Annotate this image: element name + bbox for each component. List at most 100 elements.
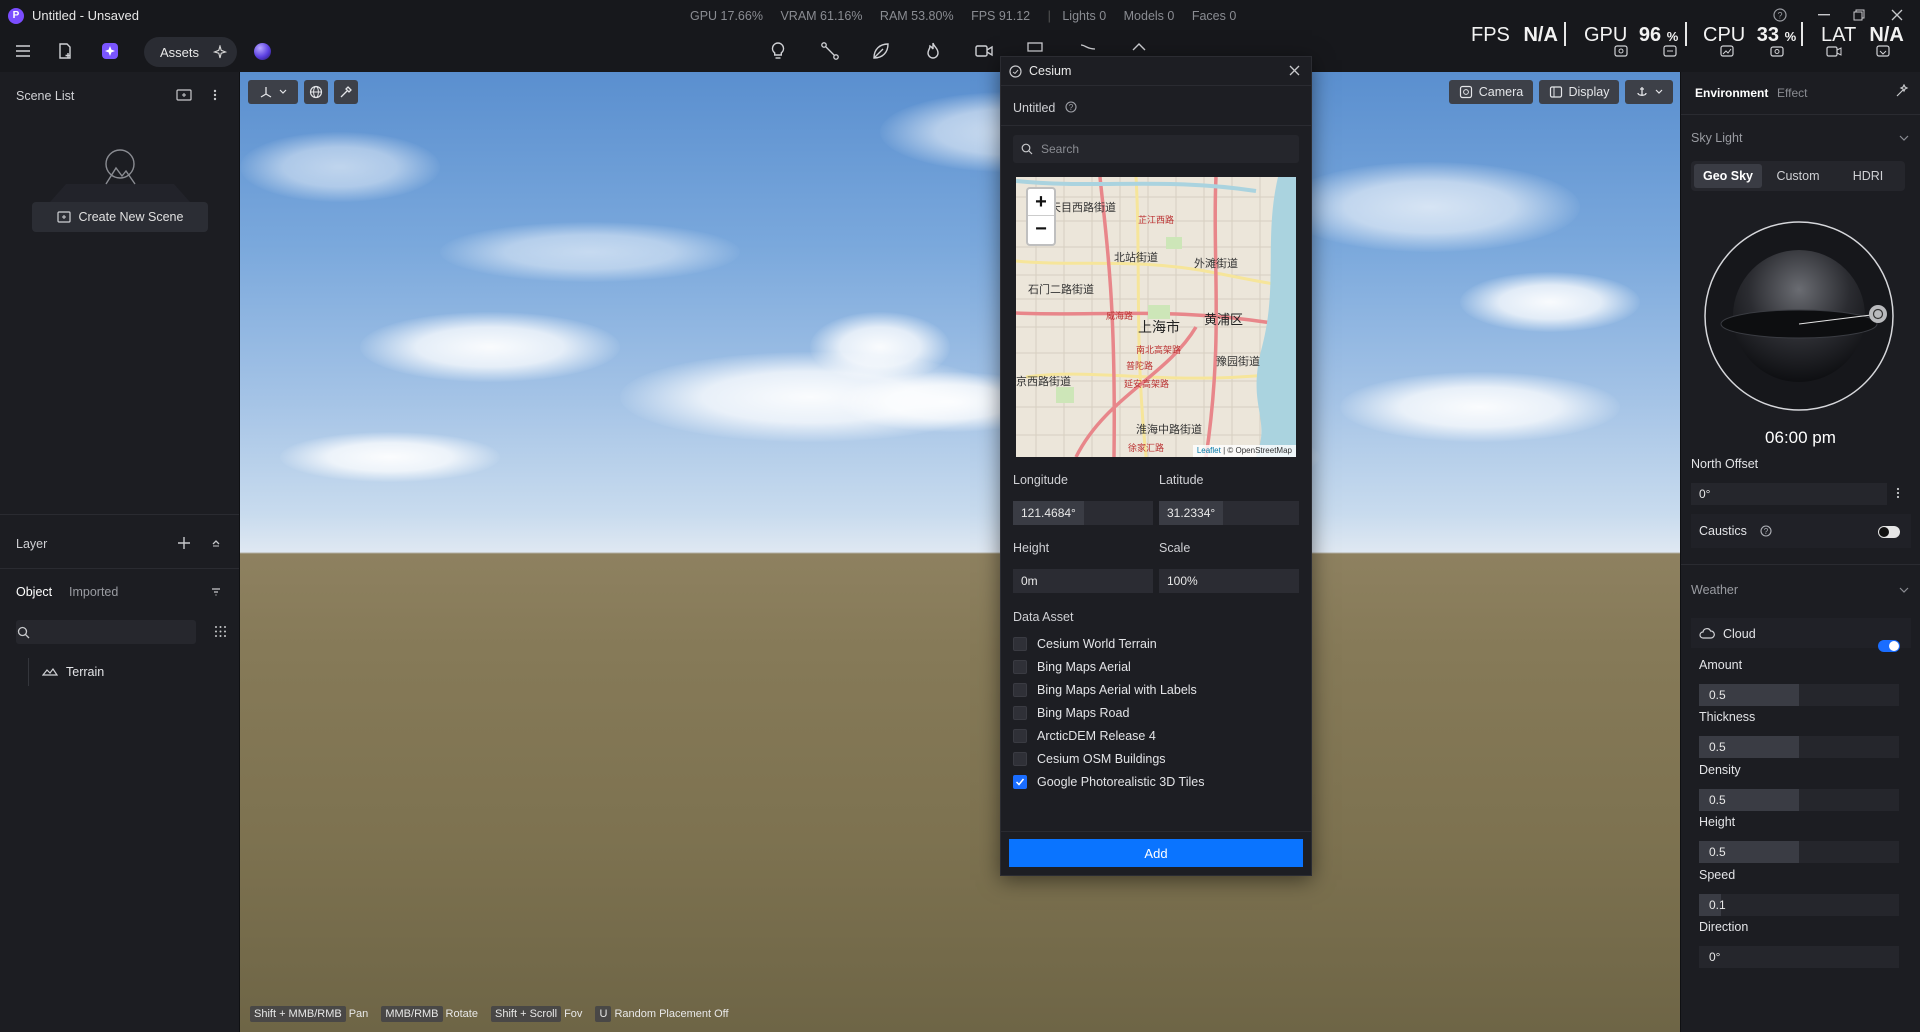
map-label: 豫园街道 [1216, 356, 1260, 368]
fire-icon[interactable] [920, 38, 946, 64]
create-new-scene-button[interactable]: Create New Scene [32, 202, 208, 232]
3d-viewport[interactable]: Camera Display [240, 72, 1680, 1032]
data-asset-item[interactable]: Bing Maps Aerial [1013, 657, 1131, 677]
gpu-monitor-icon[interactable] [1614, 44, 1628, 58]
checkbox-checked[interactable] [1013, 775, 1027, 789]
record-icon[interactable] [1826, 44, 1842, 58]
checkbox[interactable] [1013, 706, 1027, 720]
sky-mode-custom[interactable]: Custom [1764, 164, 1832, 188]
leaflet-link[interactable]: Leaflet [1197, 446, 1221, 455]
scale-value: 100% [1167, 574, 1198, 588]
more-options-icon[interactable] [1896, 487, 1900, 499]
sky-mode-geo-sky[interactable]: Geo Sky [1694, 164, 1762, 188]
anchor-mode-button[interactable] [1625, 80, 1673, 104]
search-icon [17, 626, 30, 639]
eyedropper-button[interactable] [334, 80, 358, 104]
checkbox[interactable] [1013, 660, 1027, 674]
weather-slider[interactable]: 0° [1699, 946, 1899, 968]
path-tool-icon[interactable] [817, 38, 843, 64]
menu-icon[interactable] [10, 38, 36, 64]
map-zoom-out-button[interactable]: − [1028, 216, 1054, 243]
assets-button[interactable]: Assets [144, 37, 237, 67]
checkbox[interactable] [1013, 683, 1027, 697]
globe-button[interactable] [304, 80, 328, 104]
data-asset-item[interactable]: Google Photorealistic 3D Tiles [1013, 772, 1204, 792]
cesium-icon [1009, 65, 1022, 78]
help-icon[interactable]: ? [1773, 8, 1787, 22]
tab-environment[interactable]: Environment [1695, 86, 1768, 100]
checkbox[interactable] [1013, 729, 1027, 743]
north-offset-input[interactable]: 0° [1691, 483, 1887, 505]
export-icon[interactable] [1876, 44, 1890, 58]
height-input[interactable]: 0m [1013, 569, 1153, 593]
camera-button[interactable]: Camera [1449, 80, 1533, 104]
display-button[interactable]: Display [1539, 80, 1619, 104]
material-orb-icon[interactable] [254, 43, 271, 60]
new-file-icon[interactable] [52, 38, 78, 64]
data-asset-item[interactable]: Bing Maps Aerial with Labels [1013, 680, 1197, 700]
video-camera-icon[interactable] [971, 38, 997, 64]
leaf-icon[interactable] [868, 38, 894, 64]
create-new-scene-label: Create New Scene [78, 210, 184, 224]
latitude-input[interactable]: 31.2334° [1159, 501, 1299, 525]
cpu-graph-icon[interactable] [1720, 44, 1734, 58]
anchor-icon [1635, 85, 1649, 99]
tree-item-terrain[interactable]: Terrain [42, 662, 104, 682]
chevron-down-icon[interactable] [1899, 587, 1909, 593]
scene-add-icon[interactable] [176, 88, 192, 102]
caustics-toggle[interactable] [1878, 526, 1900, 538]
grid-view-icon[interactable] [214, 625, 227, 638]
ai-sparkle-icon[interactable] [97, 38, 123, 64]
weather-slider[interactable]: 0.1 [1699, 894, 1899, 916]
close-window-icon[interactable] [1891, 9, 1903, 21]
checkbox[interactable] [1013, 637, 1027, 651]
data-asset-item[interactable]: Cesium World Terrain [1013, 634, 1157, 654]
tab-effect[interactable]: Effect [1777, 86, 1807, 100]
map-view[interactable]: 天目西路街道 芷江西路 北站街道 外滩街道 石门二路街道 威海路 上海市 黄浦区… [1016, 177, 1296, 457]
minimize-icon[interactable] [1818, 14, 1830, 16]
restore-icon[interactable] [1853, 9, 1865, 21]
cloud-toggle[interactable] [1878, 640, 1900, 652]
camera-label: Camera [1478, 85, 1524, 99]
transform-mode-button[interactable] [248, 80, 298, 104]
magic-wand-icon[interactable] [1895, 84, 1909, 98]
osm-attribution: | © OpenStreetMap [1223, 446, 1292, 455]
screenshot-icon[interactable] [1770, 44, 1784, 58]
chevron-down-icon[interactable] [1899, 135, 1909, 141]
light-bulb-icon[interactable] [765, 38, 791, 64]
hint-key: U [595, 1006, 612, 1022]
weather-slider[interactable]: 0.5 [1699, 789, 1899, 811]
weather-slider[interactable]: 0.5 [1699, 841, 1899, 863]
search-icon [1021, 143, 1033, 155]
tab-imported[interactable]: Imported [69, 585, 118, 599]
filter-icon[interactable] [211, 587, 221, 597]
sky-mode-hdri[interactable]: HDRI [1834, 164, 1902, 188]
layer-search-input[interactable] [16, 620, 196, 644]
hud-separator [1685, 22, 1687, 46]
tab-object[interactable]: Object [16, 585, 52, 599]
close-icon[interactable] [1289, 65, 1300, 76]
sun-position-dial[interactable] [1703, 220, 1895, 415]
add-button[interactable]: Add [1009, 839, 1303, 867]
collapse-layer-icon[interactable] [211, 538, 221, 548]
data-asset-item[interactable]: Bing Maps Road [1013, 703, 1129, 723]
weather-slider[interactable]: 0.5 [1699, 684, 1899, 706]
weather-slider[interactable]: 0.5 [1699, 736, 1899, 758]
info-icon[interactable]: ? [1760, 525, 1772, 537]
slider-label: Speed [1699, 868, 1736, 882]
slider-value: 0° [1709, 950, 1721, 964]
longitude-input[interactable]: 121.4684° [1013, 501, 1153, 525]
gpu-settings-icon[interactable] [1663, 44, 1677, 58]
map-zoom-in-button[interactable]: + [1028, 189, 1054, 216]
scene-more-icon[interactable] [213, 88, 217, 102]
help-icon[interactable]: ? [1065, 101, 1077, 113]
scale-input[interactable]: 100% [1159, 569, 1299, 593]
data-asset-label: Bing Maps Aerial with Labels [1037, 683, 1197, 697]
location-search-input[interactable]: Search [1013, 135, 1299, 163]
add-layer-icon[interactable] [177, 536, 191, 550]
data-asset-item[interactable]: Cesium OSM Buildings [1013, 749, 1166, 769]
checkbox[interactable] [1013, 752, 1027, 766]
slider-fill: 0.5 [1699, 789, 1799, 811]
map-label: 芷江西路 [1138, 215, 1175, 225]
data-asset-item[interactable]: ArcticDEM Release 4 [1013, 726, 1156, 746]
